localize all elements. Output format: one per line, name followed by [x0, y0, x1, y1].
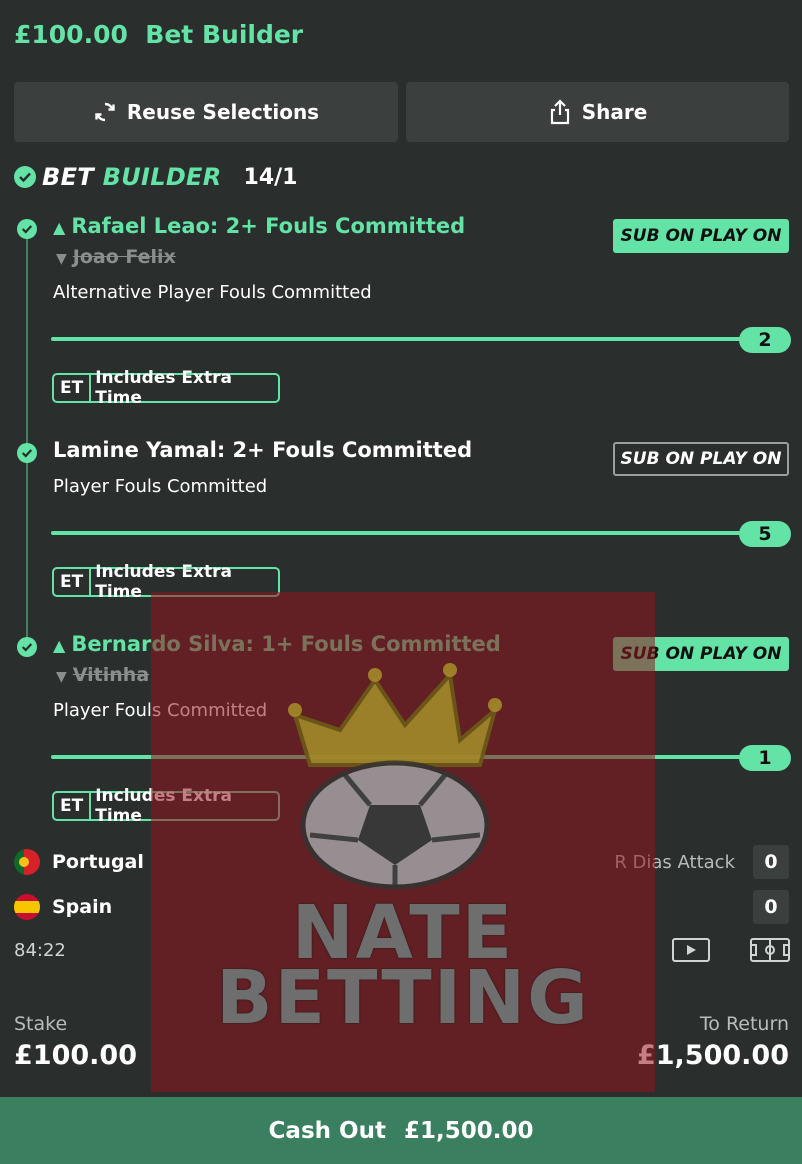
- bet-odds: 14/1: [243, 164, 298, 190]
- share-icon: [550, 99, 569, 125]
- pitch-view-icon[interactable]: [750, 938, 790, 966]
- legs-timeline: [26, 230, 28, 648]
- stake-label: Stake: [14, 1013, 68, 1035]
- progress-value: 1: [739, 745, 791, 771]
- stake-value: £100.00: [14, 1040, 137, 1071]
- leg-check-icon: [17, 219, 37, 239]
- extra-time-tag: ET Includes Extra Time: [52, 786, 280, 826]
- match-stat-label: R Dias Attack: [614, 852, 735, 873]
- spain-flag-icon: [14, 894, 40, 920]
- bet-builder-label: BET BUILDER: [42, 163, 222, 191]
- arrow-down-icon: ▼: [56, 669, 67, 685]
- extra-time-tag: ET Includes Extra Time: [52, 368, 280, 408]
- progress-value: 2: [739, 327, 791, 353]
- home-team: Portugal: [14, 849, 144, 875]
- home-score: 0: [753, 845, 789, 879]
- sub-on-play-on-badge: SUB ON PLAY ON: [613, 219, 789, 253]
- bet-type-title: Bet Builder: [145, 20, 304, 49]
- replaced-player: ▼ Vitinha: [56, 664, 150, 686]
- arrow-up-icon: ▲: [53, 218, 66, 237]
- crown-football-logo: [288, 663, 502, 890]
- share-button[interactable]: Share: [406, 82, 789, 142]
- leg-market: Player Fouls Committed: [53, 700, 268, 721]
- refresh-icon: [95, 102, 115, 122]
- share-label: Share: [581, 100, 648, 124]
- cash-out-label: Cash Out: [268, 1117, 386, 1144]
- cash-out-value: £1,500.00: [403, 1117, 534, 1144]
- reuse-selections-label: Reuse Selections: [126, 100, 320, 124]
- progress-track: [51, 531, 751, 535]
- sub-on-play-on-badge: SUB ON PLAY ON: [613, 637, 789, 671]
- leg-market: Alternative Player Fouls Committed: [53, 282, 372, 303]
- watermark-text: BETTING: [216, 955, 590, 1041]
- leg-check-icon: [17, 637, 37, 657]
- leg-check-icon: [17, 443, 37, 463]
- sub-on-play-on-badge: SUB ON PLAY ON: [613, 442, 789, 476]
- leg-selection-title: Lamine Yamal: 2+ Fouls Committed: [53, 438, 473, 462]
- return-value: £1,500.00: [636, 1040, 789, 1071]
- leg-selection-title: ▲ Bernardo Silva: 1+ Fouls Committed: [53, 632, 501, 656]
- reuse-selections-button[interactable]: Reuse Selections: [14, 82, 398, 142]
- match-clock: 84:22: [14, 940, 66, 961]
- leg-selection-title: ▲ Rafael Leao: 2+ Fouls Committed: [53, 214, 466, 238]
- extra-time-tag: ET Includes Extra Time: [52, 562, 280, 602]
- progress-track: [51, 337, 751, 341]
- bet-builder-heading: BET BUILDER 14/1: [14, 163, 298, 191]
- check-icon: [14, 166, 36, 188]
- arrow-down-icon: ▼: [56, 251, 67, 267]
- portugal-flag-icon: [14, 849, 40, 875]
- cash-out-button[interactable]: Cash Out £1,500.00: [0, 1097, 802, 1164]
- return-label: To Return: [699, 1013, 789, 1035]
- away-team: Spain: [14, 894, 112, 920]
- arrow-up-icon: ▲: [53, 636, 66, 655]
- away-score: 0: [753, 890, 789, 924]
- replaced-player: ▼ Joao Felix: [56, 246, 176, 268]
- leg-market: Player Fouls Committed: [53, 476, 268, 497]
- bet-header: £100.00 Bet Builder: [14, 20, 303, 49]
- play-video-icon[interactable]: [672, 938, 710, 966]
- bet-amount: £100.00: [14, 20, 128, 49]
- progress-value: 5: [739, 521, 791, 547]
